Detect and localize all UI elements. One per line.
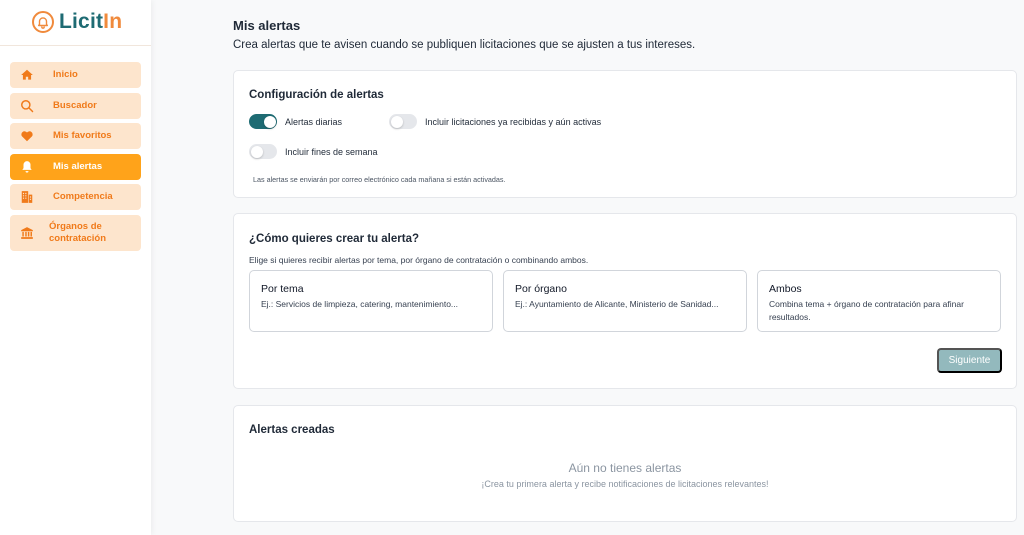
option-por-organo[interactable]: Por órgano Ej.: Ayuntamiento de Alicante…	[503, 270, 747, 332]
created-alerts-title: Alertas creadas	[249, 424, 335, 436]
include-received-label: Incluir licitaciones ya recibidas y aún …	[425, 117, 602, 127]
sidebar-nav: Inicio Buscador Mis favoritos Mis alerta…	[10, 62, 141, 256]
sidebar-item-label: Mis favoritos	[53, 130, 112, 142]
toggle-knob	[263, 115, 276, 128]
home-icon	[20, 68, 34, 82]
option-por-tema[interactable]: Por tema Ej.: Servicios de limpieza, cat…	[249, 270, 493, 332]
toggle-knob	[390, 115, 403, 128]
option-description: Combina tema + órgano de contratación pa…	[769, 299, 964, 322]
config-note: Las alertas se enviarán por correo elect…	[253, 175, 506, 184]
weekends-toggle[interactable]	[249, 144, 277, 159]
page-title: Mis alertas	[233, 18, 301, 33]
alert-config-title: Configuración de alertas	[249, 89, 384, 101]
sidebar-item-label: Mis alertas	[53, 160, 103, 172]
next-button[interactable]: Siguiente	[937, 348, 1002, 373]
sidebar-item-organos[interactable]: Órganos de contratación	[10, 214, 141, 251]
option-title: Por tema	[261, 283, 304, 295]
sidebar-item-label: Buscador	[53, 99, 97, 111]
sidebar-divider	[0, 45, 151, 46]
sidebar-item-competencia[interactable]: Competencia	[10, 184, 141, 211]
daily-alerts-label: Alertas diarias	[285, 117, 343, 127]
logo-text-main: Licit	[59, 10, 104, 33]
alert-config-card: Configuración de alertas Alertas diarias…	[233, 70, 1017, 198]
search-icon	[20, 99, 34, 113]
toggle-knob	[250, 145, 263, 158]
heart-icon	[20, 129, 34, 143]
sidebar-item-alertas[interactable]: Mis alertas	[10, 153, 141, 180]
daily-alerts-toggle[interactable]	[249, 114, 277, 129]
empty-state-title: Aún no tienes alertas	[568, 461, 682, 475]
logo[interactable]: LicitIn	[32, 9, 122, 35]
bell-logo-icon	[32, 11, 54, 33]
bank-icon	[20, 226, 34, 240]
sidebar-item-label: Competencia	[53, 191, 113, 203]
logo-text-accent: In	[103, 10, 123, 33]
option-title: Por órgano	[515, 283, 567, 295]
page-subtitle: Crea alertas que te avisen cuando se pub…	[233, 39, 696, 51]
sidebar-item-favoritos[interactable]: Mis favoritos	[10, 123, 141, 150]
include-received-toggle[interactable]	[389, 114, 417, 129]
created-alerts-card: Alertas creadas Aún no tienes alertas ¡C…	[233, 405, 1017, 522]
create-alert-card: ¿Cómo quieres crear tu alerta? Elige si …	[233, 213, 1017, 389]
create-alert-title: ¿Cómo quieres crear tu alerta?	[249, 233, 419, 245]
building-icon	[20, 190, 34, 204]
sidebar-item-buscador[interactable]: Buscador	[10, 92, 141, 119]
option-title: Ambos	[769, 283, 802, 295]
sidebar: LicitIn Inicio Buscador Mis favoritos Mi…	[0, 0, 151, 535]
option-ambos[interactable]: Ambos Combina tema + órgano de contratac…	[757, 270, 1001, 332]
create-alert-description: Elige si quieres recibir alertas por tem…	[249, 255, 589, 265]
bell-icon	[20, 160, 34, 174]
option-description: Ej.: Ayuntamiento de Alicante, Ministeri…	[515, 299, 719, 309]
weekends-label: Incluir fines de semana	[285, 147, 378, 157]
option-description: Ej.: Servicios de limpieza, catering, ma…	[261, 299, 459, 309]
logo-text: LicitIn	[59, 10, 122, 34]
empty-state-subtitle: ¡Crea tu primera alerta y recibe notific…	[481, 479, 769, 489]
sidebar-item-inicio[interactable]: Inicio	[10, 62, 141, 88]
sidebar-item-label: Inicio	[53, 69, 78, 80]
sidebar-item-label: Órganos de contratación	[49, 220, 107, 244]
